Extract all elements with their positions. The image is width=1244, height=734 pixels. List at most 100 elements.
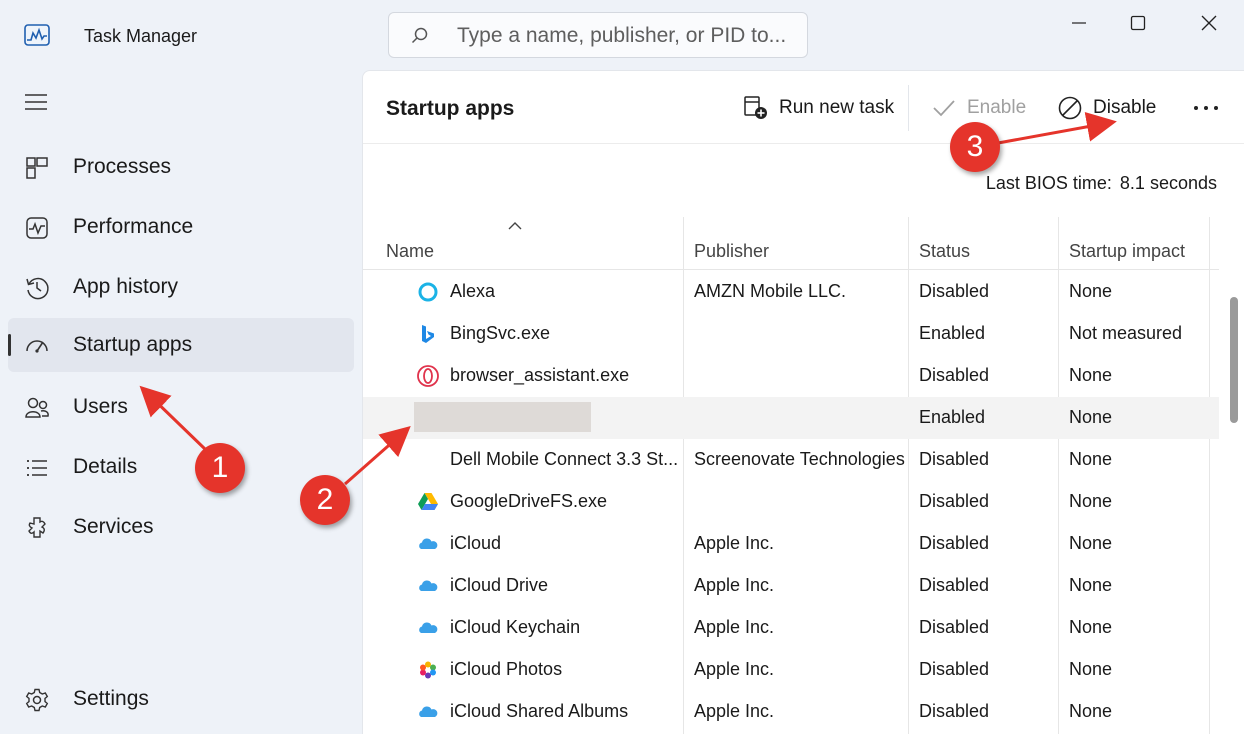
annotation-badge-1: 1 <box>195 443 245 493</box>
title-bar: Task Manager <box>0 0 1244 70</box>
sidebar-item-startup-apps[interactable]: Startup apps <box>8 318 354 372</box>
sidebar-item-app-history[interactable]: App history <box>8 260 354 314</box>
app-name: GoogleDriveFS.exe <box>450 491 608 511</box>
startup-impact: None <box>1069 575 1113 595</box>
active-indicator <box>8 334 11 356</box>
search-input[interactable] <box>457 21 787 51</box>
startup-impact: None <box>1069 701 1113 721</box>
disable-label: Disable <box>1093 97 1157 118</box>
app-name: iCloud <box>450 533 502 553</box>
run-new-task-button[interactable]: Run new task <box>743 93 894 123</box>
startup-impact: None <box>1069 449 1113 469</box>
close-button[interactable] <box>1180 0 1238 46</box>
app-name: iCloud Shared Albums <box>450 701 629 721</box>
startup-apps-icon <box>26 340 48 353</box>
run-new-task-label: Run new task <box>779 97 895 118</box>
maximize-icon <box>1130 15 1146 31</box>
status: Disabled <box>919 617 990 637</box>
users-icon <box>25 397 49 418</box>
publisher: Apple Inc. <box>694 701 775 721</box>
status: Disabled <box>919 281 990 301</box>
sidebar-item-label: App history <box>73 275 179 298</box>
startup-impact: None <box>1069 281 1113 301</box>
status: Disabled <box>919 533 990 553</box>
table-row[interactable]: GoogleDriveFS.exe Disabled None <box>363 481 1219 523</box>
column-header-startup-impact[interactable]: Startup impact <box>1069 241 1185 262</box>
sidebar: Processes Performance App history Startu… <box>0 70 360 734</box>
status: Enabled <box>919 323 986 343</box>
publisher: AMZN Mobile LLC. <box>694 281 847 301</box>
details-icon <box>27 460 47 476</box>
sidebar-item-label: Performance <box>73 215 194 238</box>
table-row[interactable]: iCloud Apple Inc. Disabled None <box>363 523 1219 565</box>
icloud-icon <box>419 706 438 717</box>
hamburger-menu-icon[interactable] <box>24 92 48 112</box>
sidebar-item-processes[interactable]: Processes <box>8 140 354 194</box>
annotation-badge-3: 3 <box>950 122 1000 172</box>
bios-time-label: Last BIOS time: <box>985 173 1112 193</box>
table-row[interactable]: BingSvc.exe Enabled Not measured <box>363 313 1219 355</box>
column-header-name[interactable]: Name <box>386 241 434 262</box>
status: Disabled <box>919 701 990 721</box>
sidebar-item-settings[interactable]: Settings <box>8 672 354 726</box>
disable-button[interactable]: Disable <box>1057 93 1156 123</box>
app-history-icon <box>26 277 49 300</box>
redacted-app-name <box>414 402 591 432</box>
publisher: Apple Inc. <box>694 533 775 553</box>
table-row[interactable]: iCloud Drive Apple Inc. Disabled None <box>363 565 1219 607</box>
startup-impact: None <box>1069 659 1113 679</box>
settings-label: Settings <box>73 687 149 710</box>
startup-impact: None <box>1069 365 1113 385</box>
table-row-selected[interactable]: Enabled None <box>363 397 1219 439</box>
startup-impact: None <box>1069 617 1113 637</box>
table-row[interactable]: Dell Mobile Connect 3.3 St... Screenovat… <box>363 439 1219 481</box>
table-row[interactable]: browser_assistant.exe Disabled None <box>363 355 1219 397</box>
task-manager-app-icon <box>24 24 50 46</box>
table-row[interactable]: iCloud Photos Apple Inc. Disabled None <box>363 649 1219 691</box>
search-box[interactable] <box>388 12 808 58</box>
startup-impact: None <box>1069 533 1113 553</box>
photos-icon <box>420 661 436 679</box>
bios-time-value: 8.1 seconds <box>1119 173 1217 193</box>
column-header-status[interactable]: Status <box>919 241 970 262</box>
scrollbar-thumb[interactable] <box>1230 297 1238 423</box>
sidebar-item-users[interactable]: Users <box>8 380 354 434</box>
opera-icon <box>417 365 439 387</box>
status: Disabled <box>919 491 990 511</box>
publisher: Apple Inc. <box>694 659 775 679</box>
minimize-button[interactable] <box>1050 0 1108 46</box>
maximize-button[interactable] <box>1109 0 1167 46</box>
sidebar-item-label: Details <box>73 455 138 478</box>
sidebar-item-label: Services <box>73 515 154 538</box>
icloud-icon <box>419 580 438 591</box>
app-name: Alexa <box>450 281 496 301</box>
app-name: iCloud Keychain <box>450 617 581 637</box>
publisher: Screenovate Technologies <box>694 449 905 469</box>
table-row[interactable]: Alexa AMZN Mobile LLC. Disabled None <box>363 271 1219 313</box>
startup-impact: None <box>1069 407 1113 427</box>
app-title: Task Manager <box>84 26 198 46</box>
status: Disabled <box>919 575 990 595</box>
startup-impact: Not measured <box>1069 323 1183 343</box>
column-header-publisher[interactable]: Publisher <box>694 241 769 262</box>
table-row[interactable]: iCloud Shared Albums Apple Inc. Disabled… <box>363 691 1219 733</box>
icloud-icon <box>419 538 438 549</box>
sidebar-item-performance[interactable]: Performance <box>8 200 354 254</box>
more-options-button[interactable] <box>1191 93 1221 123</box>
app-name: iCloud Drive <box>450 575 549 595</box>
icloud-icon <box>419 622 438 633</box>
annotation-badge-2: 2 <box>300 475 350 525</box>
app-name: browser_assistant.exe <box>450 365 630 385</box>
sidebar-item-label: Startup apps <box>73 333 193 356</box>
table-row[interactable]: iCloud Keychain Apple Inc. Disabled None <box>363 607 1219 649</box>
enable-button[interactable]: Enable <box>931 93 1026 123</box>
sidebar-item-details[interactable]: Details <box>8 440 354 494</box>
sidebar-item-label: Users <box>73 395 128 418</box>
startup-impact: None <box>1069 491 1113 511</box>
toolbar-separator <box>908 85 909 131</box>
app-name: BingSvc.exe <box>450 323 551 343</box>
more-options-icon <box>1194 106 1218 110</box>
startup-apps-pane: Startup apps Run new task Enable Disable <box>362 70 1244 734</box>
publisher: Apple Inc. <box>694 575 775 595</box>
alexa-icon <box>418 282 438 302</box>
